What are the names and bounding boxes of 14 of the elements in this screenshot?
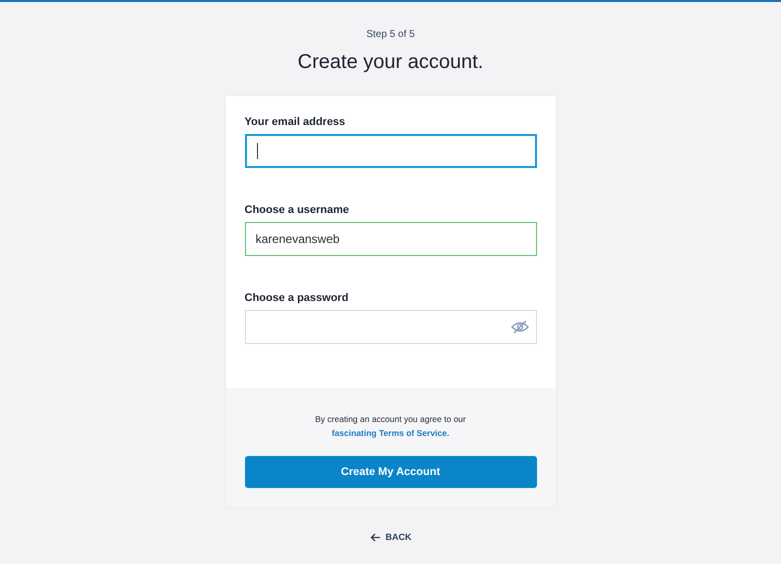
back-link[interactable]: BACK (370, 532, 412, 542)
text-cursor (256, 143, 258, 159)
field-label: Choose a password (244, 292, 348, 304)
hidden-eye-icon[interactable] (510, 320, 528, 334)
field-label: Choose a username (244, 204, 350, 216)
input-field[interactable]: karenevansweb (244, 222, 536, 256)
left-arrow-icon (370, 532, 380, 542)
input-field[interactable] (244, 134, 536, 168)
create-account-button[interactable]: Create My Account (244, 456, 536, 488)
terms-notice: By creating an account you agree to our fascinating Terms of Service. (315, 413, 466, 440)
terms-link[interactable]: fascinating Terms of Service. (332, 428, 450, 438)
step-indicator: Step 5 of 5 (366, 29, 415, 40)
field-label: Your email address (244, 116, 346, 128)
page-title: Create your account. (298, 51, 484, 74)
